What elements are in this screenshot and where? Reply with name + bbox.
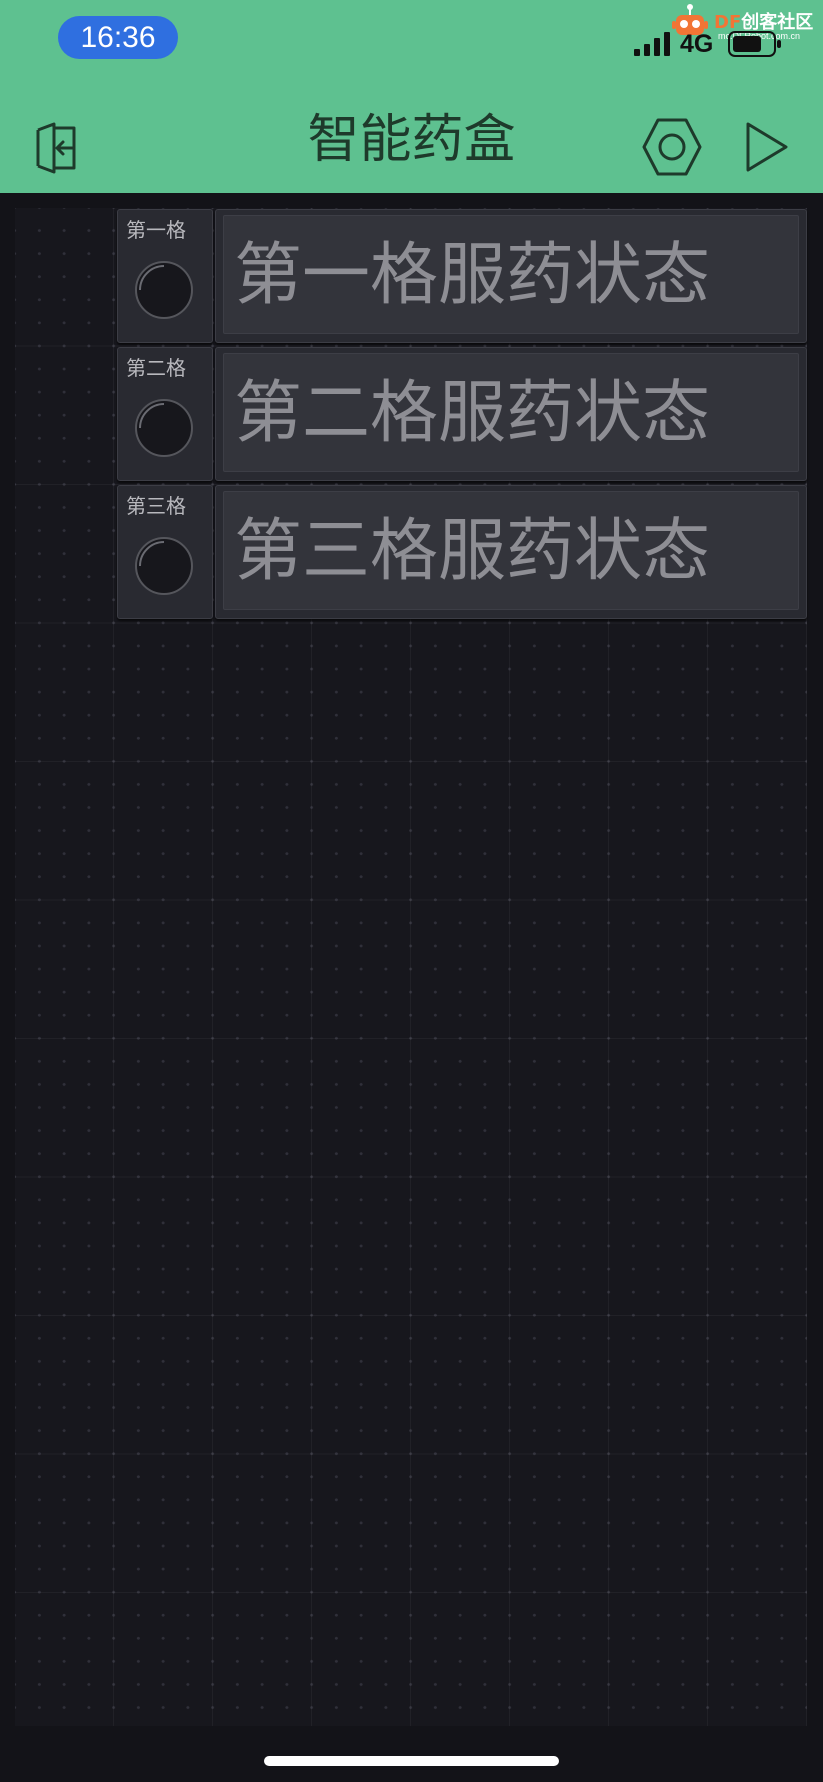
cellular-signal-icon (634, 32, 670, 56)
knob-icon[interactable] (134, 398, 194, 458)
battery-icon (728, 31, 781, 57)
status-text: 第三格服药状态 (234, 512, 711, 591)
home-indicator[interactable] (264, 1756, 559, 1766)
watermark-brand-name: 创客社区 (741, 12, 814, 33)
widget-label: 第一格 (126, 218, 186, 242)
knob-icon[interactable] (134, 536, 194, 596)
knob-widget-1[interactable]: 第一格 (117, 209, 213, 343)
status-text: 第一格服药状态 (234, 236, 711, 315)
status-display-3[interactable]: 第三格服药状态 (215, 485, 807, 619)
status-display-2[interactable]: 第二格服药状态 (215, 347, 807, 481)
widget-label: 第二格 (126, 356, 186, 380)
status-text: 第二格服药状态 (234, 374, 711, 453)
watermark-prefix: DF (714, 12, 742, 33)
status-display-frame: 第三格服药状态 (223, 491, 799, 610)
status-display-1[interactable]: 第一格服药状态 (215, 209, 807, 343)
hexagon-settings-icon[interactable] (642, 116, 702, 178)
status-display-frame: 第一格服药状态 (223, 215, 799, 334)
knob-widget-2[interactable]: 第二格 (117, 347, 213, 481)
widget-label: 第三格 (126, 494, 186, 518)
knob-icon[interactable] (134, 260, 194, 320)
app-header: 16:36 DF创客社区 mc.DFRobot.com.cn 4G 智能药盒 (0, 0, 823, 193)
play-icon[interactable] (742, 120, 792, 174)
knob-widget-3[interactable]: 第三格 (117, 485, 213, 619)
exit-icon[interactable] (28, 122, 84, 174)
status-display-frame: 第二格服药状态 (223, 353, 799, 472)
status-time: 16:36 (58, 16, 178, 59)
network-type: 4G (680, 30, 714, 58)
